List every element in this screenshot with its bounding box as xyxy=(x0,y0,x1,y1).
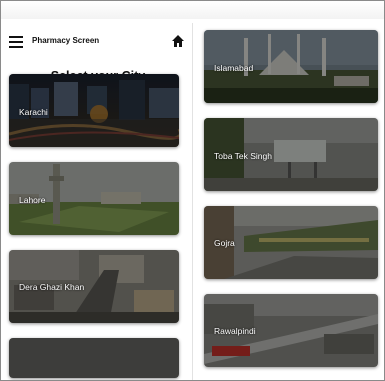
city-card-toba-tek-singh[interactable]: Toba Tek Singh xyxy=(204,118,378,191)
app-header: Pharmacy Screen xyxy=(5,33,191,53)
city-card-islamabad[interactable]: Islamabad xyxy=(204,30,378,103)
city-card-rawalpindi[interactable]: Rawalpindi xyxy=(204,294,378,367)
city-label: Lahore xyxy=(19,195,46,205)
city-label: Islamabad xyxy=(214,63,254,73)
hamburger-menu-icon[interactable] xyxy=(9,36,23,48)
city-label: Dera Ghazi Khan xyxy=(19,282,85,292)
city-label: Toba Tek Singh xyxy=(214,151,272,161)
city-card-dera-ghazi-khan[interactable]: Dera Ghazi Khan xyxy=(9,250,179,323)
city-label: Karachi xyxy=(19,107,48,117)
city-card-karachi[interactable]: Karachi xyxy=(9,74,179,147)
app-screen: Pharmacy Screen Select your City xyxy=(0,0,385,381)
city-card-gojra[interactable]: Gojra xyxy=(204,206,378,279)
city-label: Gojra xyxy=(214,238,235,248)
city-card-partial[interactable] xyxy=(9,338,179,378)
pane-divider xyxy=(192,23,193,380)
app-title: Pharmacy Screen xyxy=(32,36,100,45)
city-card-lahore[interactable]: Lahore xyxy=(9,162,179,235)
city-label: Rawalpindi xyxy=(214,326,256,336)
status-strip xyxy=(1,1,384,19)
home-icon[interactable] xyxy=(171,34,185,48)
card-shade xyxy=(9,338,179,378)
